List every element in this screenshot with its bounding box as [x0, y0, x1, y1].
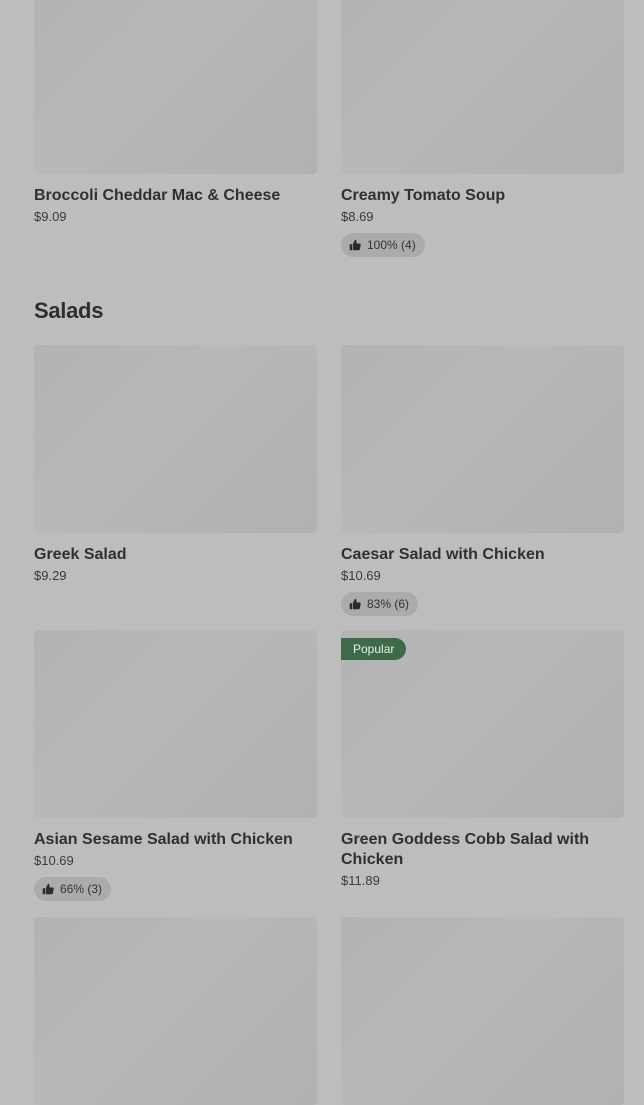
menu-item-name: Green Goddess Cobb Salad with Chicken — [341, 831, 590, 868]
menu-item-image — [341, 345, 624, 533]
thumbs-up-icon — [349, 239, 361, 251]
menu-item-name: Creamy Tomato Soup — [341, 187, 506, 204]
menu-item-price: $11.89 — [341, 873, 380, 888]
menu-item-name: Caesar Salad with Chicken — [341, 546, 545, 563]
menu-item-card[interactable]: Broccoli Cheddar Mac & Cheese $9.09 — [34, 0, 317, 225]
rating-badge: 83% (6) — [341, 592, 419, 616]
menu-item-name: Greek Salad — [34, 546, 127, 563]
menu-item-card[interactable] — [34, 917, 317, 1105]
menu-item-image — [34, 345, 317, 533]
popular-badge: Popular — [341, 638, 407, 660]
menu-item-image — [34, 0, 317, 174]
menu-item-card[interactable]: Asian Sesame Salad with Chicken $10.69 6… — [34, 630, 317, 901]
menu-item-name: Broccoli Cheddar Mac & Cheese — [34, 187, 281, 204]
rating-text: 100% (4) — [367, 238, 416, 252]
menu-item-price: $10.69 — [34, 853, 74, 868]
rating-badge: 100% (4) — [341, 233, 425, 257]
rating-badge: 66% (3) — [34, 877, 112, 901]
menu-item-card[interactable]: Popular Green Goddess Cobb Salad with Ch… — [341, 630, 624, 889]
menu-item-card[interactable] — [341, 917, 624, 1105]
rating-text: 83% (6) — [367, 597, 410, 611]
menu-item-image — [34, 630, 317, 818]
section-title-salads: Salads — [34, 298, 104, 323]
thumbs-up-icon — [42, 883, 54, 895]
menu-item-card[interactable]: Creamy Tomato Soup $8.69 100% (4) — [341, 0, 624, 257]
menu-item-price: $9.29 — [34, 568, 67, 583]
menu-item-image — [341, 917, 624, 1105]
menu-item-price: $9.09 — [34, 209, 67, 224]
thumbs-up-icon — [349, 598, 361, 610]
menu-item-image — [34, 917, 317, 1105]
menu-item-card[interactable]: Caesar Salad with Chicken $10.69 83% (6) — [341, 345, 624, 616]
rating-text: 66% (3) — [60, 882, 103, 896]
menu-item-name: Asian Sesame Salad with Chicken — [34, 831, 293, 848]
menu-item-price: $10.69 — [341, 568, 381, 583]
menu-item-card[interactable]: Greek Salad $9.29 — [34, 345, 317, 584]
menu-item-price: $8.69 — [341, 209, 374, 224]
menu-item-image: Popular — [341, 630, 624, 818]
menu-item-image — [341, 0, 624, 174]
